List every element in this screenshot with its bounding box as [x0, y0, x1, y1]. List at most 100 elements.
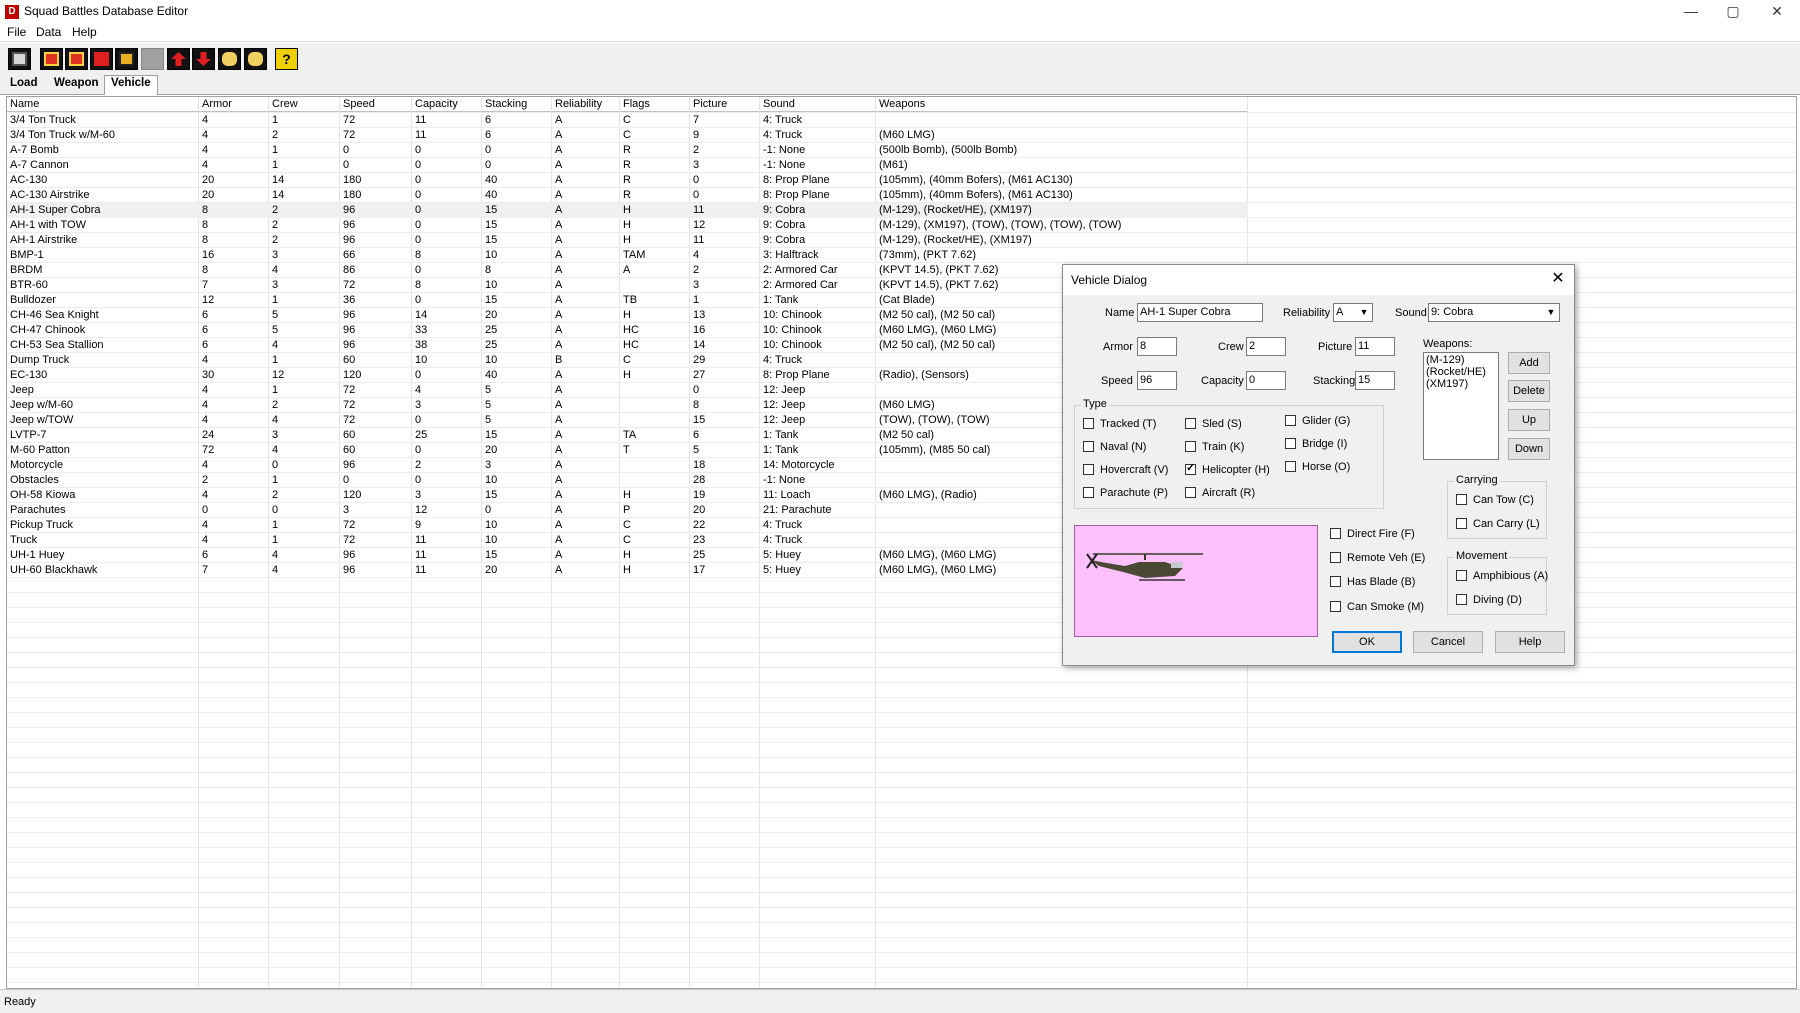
weapons-listbox[interactable]: (M-129) (Rocket/HE) (XM197)	[1423, 352, 1499, 460]
cell-stacking[interactable]: 5	[482, 383, 552, 398]
cell-stacking[interactable]: 10	[482, 353, 552, 368]
cell-flags[interactable]: C	[620, 518, 690, 533]
cell-flags[interactable]: H	[620, 218, 690, 233]
cell-sound[interactable]: 10: Chinook	[760, 308, 876, 323]
cell-sound[interactable]: -1: None	[760, 158, 876, 173]
cell-capacity[interactable]: 8	[412, 278, 482, 293]
cell-crew[interactable]: 1	[269, 113, 340, 128]
weapon-down-button[interactable]: Down	[1508, 438, 1550, 460]
cell-flags[interactable]	[620, 413, 690, 428]
cell-crew[interactable]: 2	[269, 128, 340, 143]
cell-reliability[interactable]: A	[552, 113, 620, 128]
cell-picture[interactable]: 8	[690, 398, 760, 413]
weapon-up-button[interactable]: Up	[1508, 409, 1550, 431]
cell-reliability[interactable]: A	[552, 143, 620, 158]
cell-speed[interactable]: 180	[340, 173, 412, 188]
cell-name[interactable]: Dump Truck	[7, 353, 199, 368]
has-blade-checkbox[interactable]: Has Blade (B)	[1330, 576, 1415, 590]
cell-capacity[interactable]: 11	[412, 563, 482, 578]
table-row[interactable]: A-7 Bomb 4 1 0 0 0 A R 2 -1: None (500lb Bomb), (5…	[7, 143, 1248, 158]
cell-weapons[interactable]: (M60 LMG)	[876, 128, 1248, 143]
cell-picture[interactable]: 0	[690, 383, 760, 398]
cell-reliability[interactable]: A	[552, 278, 620, 293]
cell-picture[interactable]: 13	[690, 308, 760, 323]
cell-crew[interactable]: 4	[269, 338, 340, 353]
cell-flags[interactable]	[620, 278, 690, 293]
cell-capacity[interactable]: 25	[412, 428, 482, 443]
cell-stacking[interactable]: 25	[482, 338, 552, 353]
cell-name[interactable]: LVTP-7	[7, 428, 199, 443]
cell-name[interactable]: EC-130	[7, 368, 199, 383]
cell-speed[interactable]: 60	[340, 443, 412, 458]
sled-checkbox[interactable]: Sled (S)	[1185, 418, 1242, 432]
cell-armor[interactable]: 6	[199, 338, 269, 353]
cell-picture[interactable]: 15	[690, 413, 760, 428]
cell-armor[interactable]: 4	[199, 413, 269, 428]
cell-name[interactable]: M-60 Patton	[7, 443, 199, 458]
cell-reliability[interactable]: A	[552, 323, 620, 338]
cell-crew[interactable]: 1	[269, 143, 340, 158]
cell-picture[interactable]: 16	[690, 323, 760, 338]
cell-crew[interactable]: 2	[269, 488, 340, 503]
cell-stacking[interactable]: 20	[482, 563, 552, 578]
can-smoke-checkbox[interactable]: Can Smoke (M)	[1330, 601, 1424, 615]
cell-sound[interactable]: 4: Truck	[760, 533, 876, 548]
cell-sound[interactable]: 2: Armored Car	[760, 278, 876, 293]
cell-sound[interactable]: 9: Cobra	[760, 218, 876, 233]
cell-reliability[interactable]: A	[552, 488, 620, 503]
cell-capacity[interactable]: 3	[412, 488, 482, 503]
cell-capacity[interactable]: 0	[412, 173, 482, 188]
table-row[interactable]: AH-1 Airstrike 8 2 96 0 15 A H 11 9: Cobra (M-129)…	[7, 233, 1248, 248]
cell-capacity[interactable]: 0	[412, 158, 482, 173]
cell-armor[interactable]: 6	[199, 308, 269, 323]
cell-speed[interactable]: 96	[340, 563, 412, 578]
cell-capacity[interactable]: 0	[412, 368, 482, 383]
cell-name[interactable]: Jeep w/M-60	[7, 398, 199, 413]
table-row[interactable]: AC-130 Airstrike 20 14 180 0 40 A R 0 8: Prop Pla…	[7, 188, 1248, 203]
cell-reliability[interactable]: A	[552, 413, 620, 428]
cell-armor[interactable]: 2	[199, 473, 269, 488]
cell-picture[interactable]: 23	[690, 533, 760, 548]
cell-sound[interactable]: 9: Cobra	[760, 233, 876, 248]
cell-flags[interactable]: H	[620, 233, 690, 248]
cell-capacity[interactable]: 11	[412, 128, 482, 143]
cell-sound[interactable]: 2: Armored Car	[760, 263, 876, 278]
column-header-speed[interactable]: Speed	[340, 97, 412, 112]
cell-armor[interactable]: 6	[199, 323, 269, 338]
cell-stacking[interactable]: 15	[482, 233, 552, 248]
cell-stacking[interactable]: 15	[482, 488, 552, 503]
save-button[interactable]	[8, 48, 31, 70]
cell-sound[interactable]: 1: Tank	[760, 293, 876, 308]
cell-sound[interactable]: 4: Truck	[760, 353, 876, 368]
cell-name[interactable]: AC-130	[7, 173, 199, 188]
cell-capacity[interactable]: 11	[412, 533, 482, 548]
cell-reliability[interactable]: A	[552, 473, 620, 488]
cell-sound[interactable]: 8: Prop Plane	[760, 173, 876, 188]
cell-capacity[interactable]: 11	[412, 113, 482, 128]
cell-reliability[interactable]: A	[552, 158, 620, 173]
cell-capacity[interactable]: 12	[412, 503, 482, 518]
cell-crew[interactable]: 5	[269, 323, 340, 338]
train-checkbox[interactable]: Train (K)	[1185, 441, 1244, 455]
column-header-sound[interactable]: Sound	[760, 97, 876, 112]
cell-name[interactable]: Pickup Truck	[7, 518, 199, 533]
column-header-stacking[interactable]: Stacking	[482, 97, 552, 112]
cell-picture[interactable]: 7	[690, 113, 760, 128]
crew-field[interactable]: 2	[1246, 337, 1286, 356]
cell-sound[interactable]: 3: Halftrack	[760, 248, 876, 263]
cell-flags[interactable]	[620, 398, 690, 413]
cell-stacking[interactable]: 0	[482, 143, 552, 158]
cell-flags[interactable]: H	[620, 488, 690, 503]
cell-name[interactable]: BTR-60	[7, 278, 199, 293]
cell-picture[interactable]: 12	[690, 218, 760, 233]
cell-speed[interactable]: 0	[340, 473, 412, 488]
can-tow-checkbox[interactable]: Can Tow (C)	[1456, 494, 1534, 508]
cell-picture[interactable]: 0	[690, 173, 760, 188]
cell-picture[interactable]: 2	[690, 263, 760, 278]
cell-flags[interactable]: TB	[620, 293, 690, 308]
cell-stacking[interactable]: 10	[482, 248, 552, 263]
helicopter-checkbox[interactable]: Helicopter (H)	[1185, 462, 1270, 478]
table-row[interactable]: 3/4 Ton Truck 4 1 72 11 6 A C 7 4: Truck	[7, 113, 1248, 128]
delete-button[interactable]	[90, 48, 113, 70]
cell-sound[interactable]: -1: None	[760, 143, 876, 158]
